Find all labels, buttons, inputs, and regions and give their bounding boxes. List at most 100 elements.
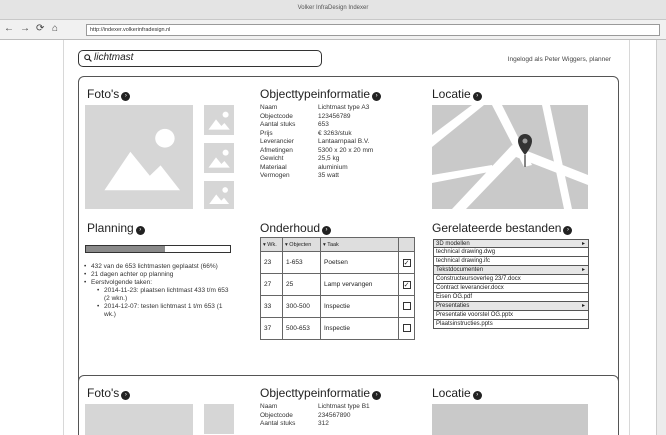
home-icon[interactable]: ⌂ bbox=[52, 24, 58, 34]
file-item[interactable]: technical drawing.ifc bbox=[433, 257, 589, 266]
url-bar[interactable]: http://indexer.volkerinfradesign.nl bbox=[86, 24, 660, 36]
image-placeholder-icon bbox=[104, 128, 181, 191]
photos-title: Foto's bbox=[87, 87, 120, 101]
reload-icon[interactable]: ⟳ bbox=[36, 24, 44, 34]
location-map[interactable] bbox=[432, 105, 588, 209]
planning-heading[interactable]: Planning › bbox=[87, 221, 145, 235]
scrollbar[interactable] bbox=[656, 40, 666, 435]
info-value: Lichtmast type A3 bbox=[318, 104, 370, 111]
forward-arrow-icon[interactable]: → bbox=[20, 24, 30, 34]
map-icon bbox=[432, 105, 588, 209]
files-heading[interactable]: Gerelateerde bestanden › bbox=[432, 221, 573, 235]
planning-item: 21 dagen achter op planning bbox=[84, 271, 234, 279]
arrow-circle-icon[interactable]: › bbox=[135, 226, 145, 235]
location-map[interactable] bbox=[432, 404, 588, 435]
table-row: 27 25 Lamp vervangen ✓ bbox=[260, 273, 415, 296]
file-group-item[interactable]: Tekstdocumenten bbox=[433, 266, 589, 275]
file-item[interactable]: Presentatie voorstel OG.pptx bbox=[433, 311, 589, 320]
arrow-circle-icon[interactable]: › bbox=[322, 226, 332, 235]
objectinfo-title: Objecttypeinformatie bbox=[260, 87, 371, 101]
task-checkbox[interactable]: ✓ bbox=[402, 258, 411, 267]
info-row: Aantal stuks 312 bbox=[260, 420, 370, 429]
photo-main[interactable] bbox=[85, 105, 193, 209]
info-key: Aantal stuks bbox=[260, 121, 296, 128]
task-checkbox[interactable]: ✓ bbox=[402, 280, 411, 289]
photos-heading[interactable]: Foto's › bbox=[87, 87, 131, 101]
photo-main[interactable] bbox=[85, 404, 193, 435]
file-group-item[interactable]: 3D modellen bbox=[433, 239, 589, 248]
photo-thumb[interactable] bbox=[204, 404, 234, 434]
object-card: Foto's › Objecttypeinformatie › Naam Lichtm… bbox=[78, 76, 619, 397]
arrow-circle-icon[interactable]: › bbox=[472, 391, 482, 400]
arrow-circle-icon[interactable]: › bbox=[472, 92, 482, 101]
file-item[interactable]: Contract leverancier.docx bbox=[433, 284, 589, 293]
info-value: Lichtmast type B1 bbox=[318, 403, 370, 410]
location-heading[interactable]: Locatie › bbox=[432, 386, 482, 400]
info-key: Objectcode bbox=[260, 411, 293, 419]
table-row: 33 300-500 Inspectie bbox=[260, 295, 415, 318]
cell-task: Lamp vervangen bbox=[320, 273, 399, 296]
arrow-circle-icon[interactable]: › bbox=[372, 92, 382, 101]
info-value: Lantaarnpaal B.V. bbox=[318, 138, 370, 145]
objectinfo-heading[interactable]: Objecttypeinformatie › bbox=[260, 87, 382, 101]
planning-item: 432 van de 653 lichtmasten geplaatst (66… bbox=[84, 263, 234, 271]
task-checkbox[interactable] bbox=[402, 323, 411, 332]
info-row: Vermogen 35 watt bbox=[260, 172, 373, 181]
files-list: 3D modellen technical drawing.dwg techni… bbox=[433, 239, 589, 329]
info-key: Leverancier bbox=[260, 138, 294, 145]
location-title: Locatie bbox=[432, 87, 471, 101]
info-row: Prijs € 3263/stuk bbox=[260, 130, 373, 139]
location-title: Locatie bbox=[432, 386, 471, 400]
arrow-circle-icon[interactable]: › bbox=[372, 391, 382, 400]
cell-week: 27 bbox=[260, 273, 283, 296]
search-input[interactable]: lichtmast bbox=[78, 50, 322, 67]
arrow-circle-icon[interactable]: › bbox=[121, 92, 131, 101]
file-item[interactable]: Plaatsinstructies.ppts bbox=[433, 320, 589, 329]
info-row: Objectcode 123456789 bbox=[260, 113, 373, 122]
file-item[interactable]: Constructeursoverleg 23/7.docx bbox=[433, 275, 589, 284]
cell-task: Poetsen bbox=[320, 251, 399, 274]
objectinfo-heading[interactable]: Objecttypeinformatie › bbox=[260, 386, 382, 400]
file-item[interactable]: Eisen OG.pdf bbox=[433, 293, 589, 302]
column-header-task[interactable]: ▾ Taak bbox=[320, 237, 399, 252]
back-arrow-icon[interactable]: ← bbox=[4, 24, 14, 34]
photo-thumb[interactable] bbox=[204, 181, 234, 209]
planning-title: Planning bbox=[87, 221, 134, 235]
window-title: Volker InfraDesign Indexer bbox=[297, 5, 369, 11]
cell-check bbox=[398, 317, 415, 340]
location-heading[interactable]: Locatie › bbox=[432, 87, 482, 101]
maintenance-heading[interactable]: Onderhoud › bbox=[260, 221, 332, 235]
column-header-objects[interactable]: ▾ Objecten bbox=[282, 237, 321, 252]
file-group-item[interactable]: Presentaties bbox=[433, 302, 589, 311]
photo-thumb[interactable] bbox=[204, 105, 234, 135]
maintenance-table: ▾ Wk. ▾ Objecten ▾ Taak 23 1-653 Poetsen… bbox=[260, 237, 415, 340]
cell-week: 37 bbox=[260, 317, 283, 340]
info-value: 234567890 bbox=[318, 411, 351, 419]
window-titlebar: Volker InfraDesign Indexer bbox=[0, 0, 666, 20]
info-value: 653 bbox=[318, 121, 329, 128]
planning-item: Eerstvolgende taken: 2014-11-23: plaatse… bbox=[84, 279, 234, 319]
planning-subitem: 2014-11-23: plaatsen lichtmast 433 t/m 6… bbox=[97, 287, 234, 303]
column-header-week[interactable]: ▾ Wk. bbox=[260, 237, 283, 252]
info-value: 25,5 kg bbox=[318, 155, 340, 162]
info-row: Leverancier Lantaarnpaal B.V. bbox=[260, 138, 373, 147]
objectinfo-list: Naam Lichtmast type A3 Objectcode 12345678… bbox=[260, 104, 373, 181]
planning-progress-bar bbox=[85, 245, 231, 253]
cell-task: Inspectie bbox=[320, 295, 399, 318]
info-key: Materiaal bbox=[260, 163, 287, 171]
arrow-circle-icon[interactable]: › bbox=[121, 391, 131, 400]
info-row: Naam Lichtmast type B1 bbox=[260, 403, 370, 412]
planning-item-label: Eerstvolgende taken: bbox=[91, 279, 153, 286]
photo-thumb[interactable] bbox=[204, 143, 234, 173]
photos-heading[interactable]: Foto's › bbox=[87, 386, 131, 400]
arrow-circle-icon[interactable]: › bbox=[563, 226, 573, 235]
info-key: Gewicht bbox=[260, 155, 284, 162]
task-checkbox[interactable] bbox=[402, 301, 411, 310]
table-row: 37 500-653 Inspectie bbox=[260, 317, 415, 340]
file-item[interactable]: technical drawing.dwg bbox=[433, 248, 589, 257]
info-key: Vermogen bbox=[260, 172, 290, 179]
info-key: Objectcode bbox=[260, 112, 293, 120]
objectinfo-title: Objecttypeinformatie bbox=[260, 386, 371, 400]
cell-objects: 300-500 bbox=[282, 295, 321, 318]
table-row: 23 1-653 Poetsen ✓ bbox=[260, 251, 415, 274]
